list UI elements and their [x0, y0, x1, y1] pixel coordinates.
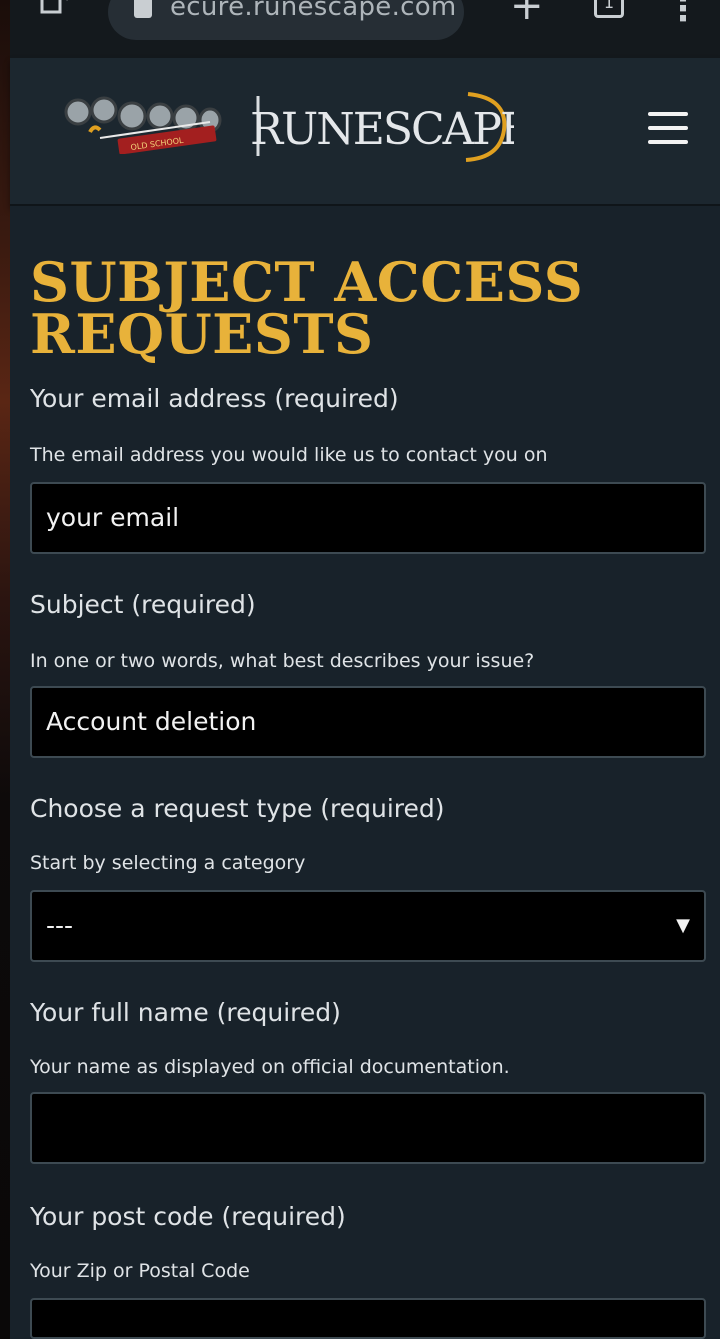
site-header: OLD SCHOOL RUNESCAPE [10, 58, 720, 206]
subject-help-text: In one or two words, what best describes… [30, 650, 535, 672]
full-name-help-text: Your name as displayed on official docum… [30, 1056, 510, 1078]
email-field[interactable]: your email [30, 482, 706, 554]
full-name-label: Your full name (required) [30, 998, 341, 1027]
runescape-logo-text: RUNESCAPE [250, 104, 514, 155]
new-tab-icon[interactable]: + [510, 0, 544, 26]
post-code-help-text: Your Zip or Postal Code [30, 1260, 250, 1282]
page: ecure.runescape.com + 1 ⋮ OLD SCHOOL RUN… [0, 0, 720, 1339]
hamburger-menu-icon[interactable] [648, 112, 688, 146]
email-field-value: your email [46, 503, 180, 532]
old-school-logo[interactable]: OLD SCHOOL [60, 94, 222, 155]
tab-count: 1 [603, 0, 615, 12]
post-code-label: Your post code (required) [30, 1202, 346, 1231]
runescape-logo[interactable]: RUNESCAPE [246, 86, 532, 166]
dropdown-arrow-icon: ▼ [676, 915, 690, 936]
request-type-help-text: Start by selecting a category [30, 852, 306, 874]
request-type-select[interactable]: --- ▼ [30, 890, 706, 962]
tab-switcher-icon[interactable]: 1 [594, 0, 624, 18]
url-text: ecure.runescape.com [170, 0, 457, 22]
lock-icon [134, 0, 152, 18]
browser-toolbar: ecure.runescape.com + 1 ⋮ [10, 0, 720, 58]
subject-field[interactable]: Account deletion [30, 686, 706, 758]
main-content: SUBJECT ACCESS REQUESTS Your email addre… [10, 206, 720, 1339]
subject-field-value: Account deletion [46, 707, 257, 736]
full-name-field[interactable] [30, 1092, 706, 1164]
email-help-text: The email address you would like us to c… [30, 444, 548, 466]
address-bar[interactable]: ecure.runescape.com [108, 0, 464, 40]
subject-label: Subject (required) [30, 590, 256, 619]
background-strip [0, 0, 10, 1339]
email-label: Your email address (required) [30, 384, 399, 413]
request-type-label: Choose a request type (required) [30, 794, 445, 823]
post-code-field[interactable] [30, 1298, 706, 1339]
home-icon[interactable] [38, 0, 70, 16]
browser-menu-icon[interactable]: ⋮ [666, 0, 700, 26]
page-title: SUBJECT ACCESS REQUESTS [30, 250, 584, 366]
request-type-selected: --- [46, 911, 74, 940]
